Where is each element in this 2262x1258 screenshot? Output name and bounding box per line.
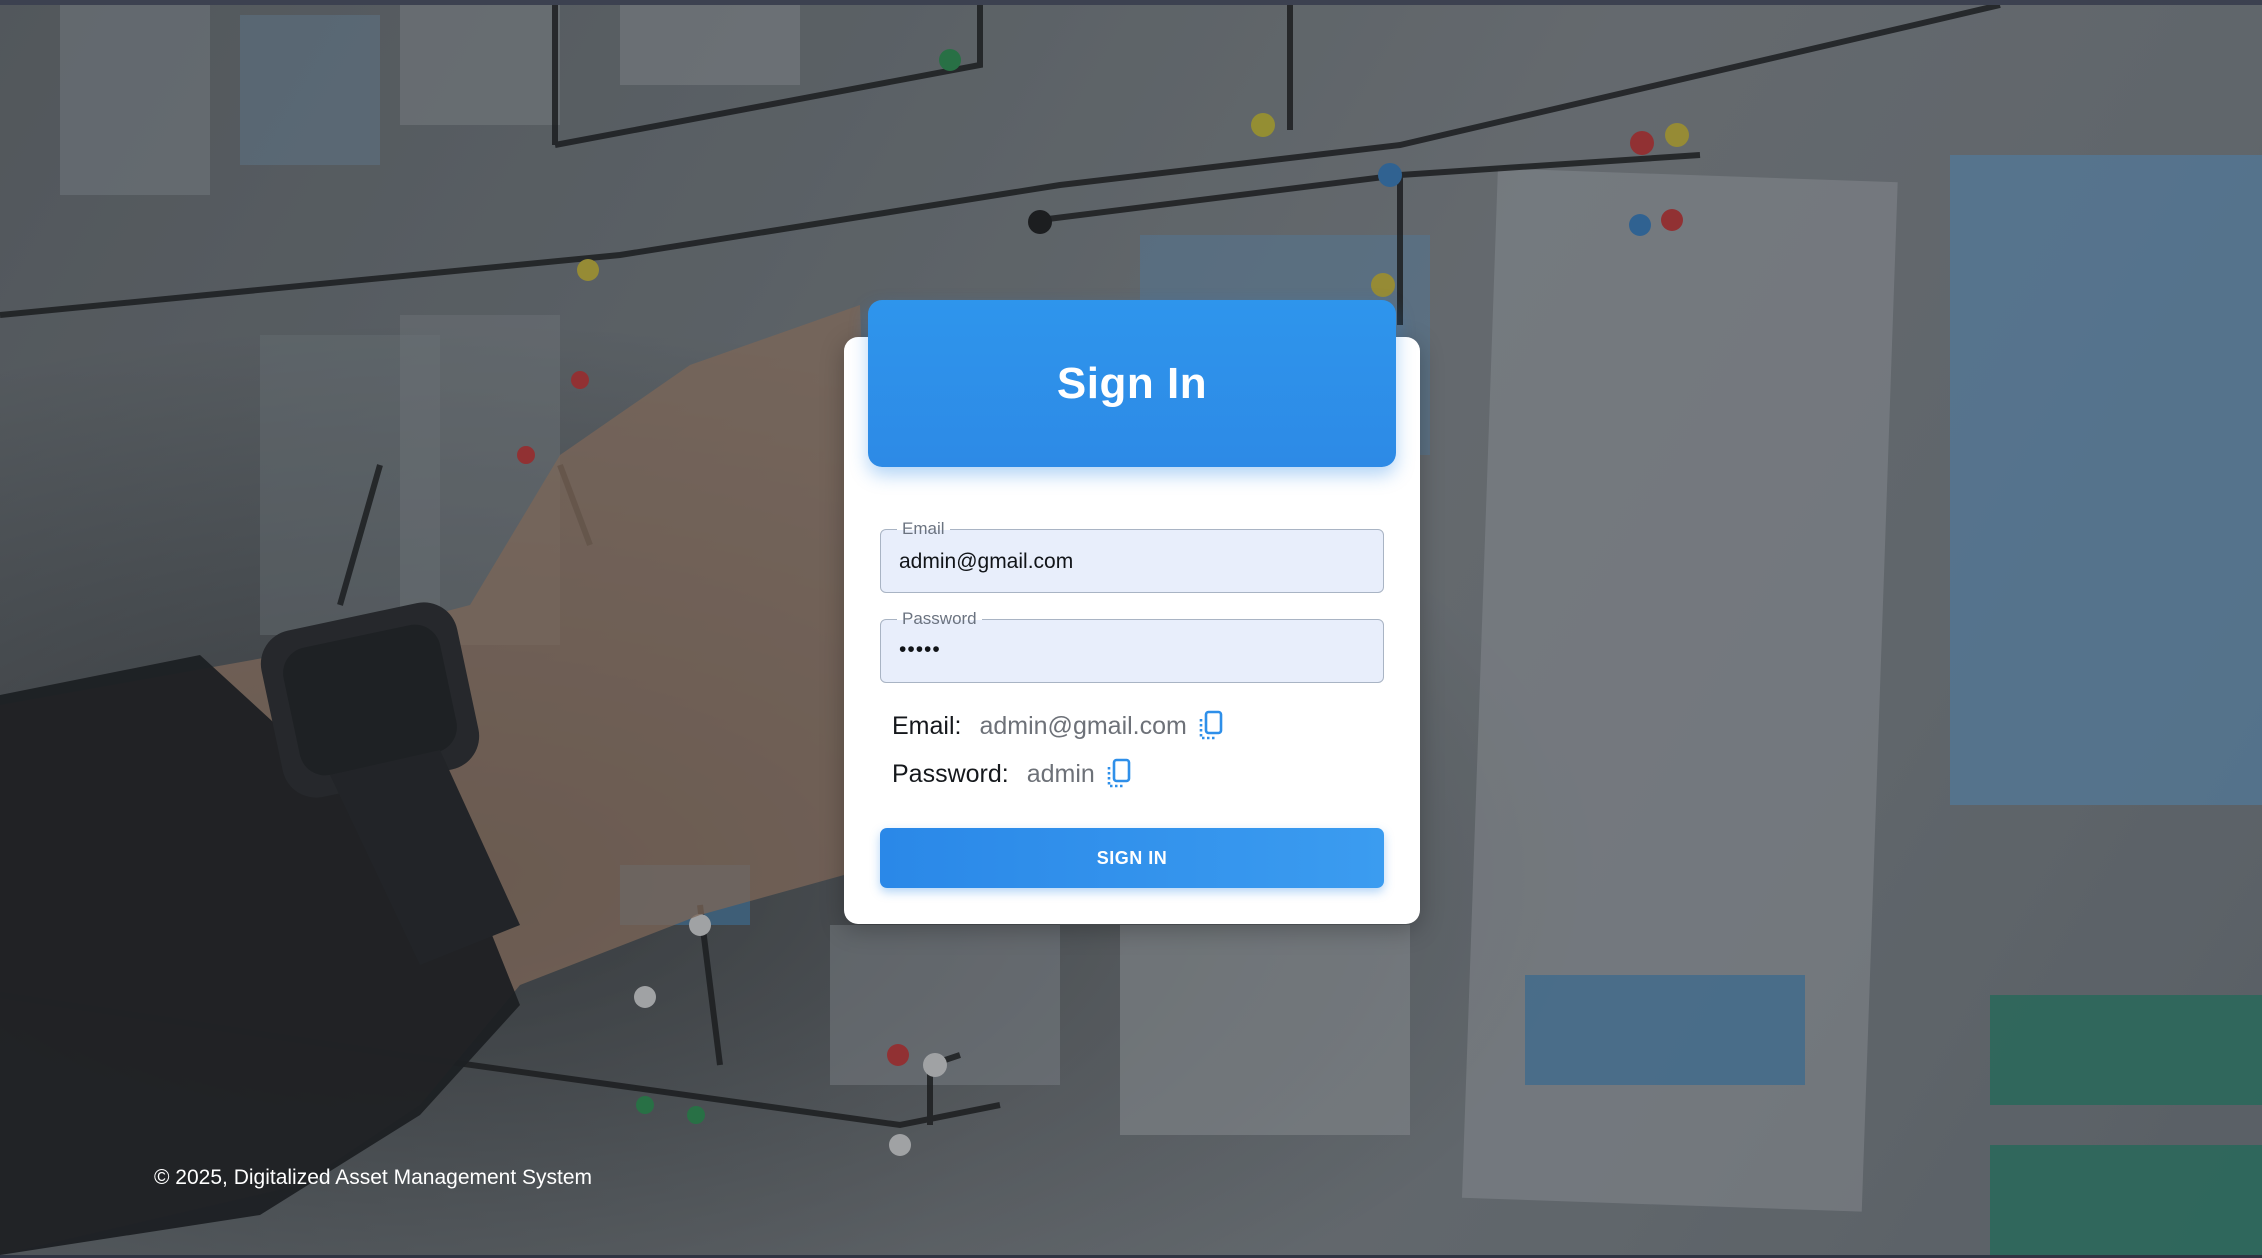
credential-email-value: admin@gmail.com [979,712,1187,740]
email-field[interactable]: Email admin@gmail.com [880,519,1384,593]
copy-icon[interactable] [1105,758,1133,790]
sign-in-button[interactable]: SIGN IN [880,828,1384,888]
password-field[interactable]: Password ••••• [880,609,1384,683]
page-title: Sign In [1056,358,1208,408]
card-header: Sign In [868,300,1396,467]
copy-icon[interactable] [1197,710,1225,742]
footer-copyright: © 2025, Digitalized Asset Management Sys… [154,1166,593,1189]
email-field-value[interactable]: admin@gmail.com [899,550,1073,574]
email-field-label: Email [897,519,950,539]
password-field-value[interactable]: ••••• [899,638,941,662]
password-field-label: Password [897,609,982,629]
credential-password-value: admin [1026,760,1095,788]
credential-email-row: Email: admin@gmail.com [892,710,1225,742]
credential-password-row: Password: admin [892,758,1133,790]
credential-password-label: Password: [892,760,1009,788]
credential-email-label: Email: [892,712,962,740]
